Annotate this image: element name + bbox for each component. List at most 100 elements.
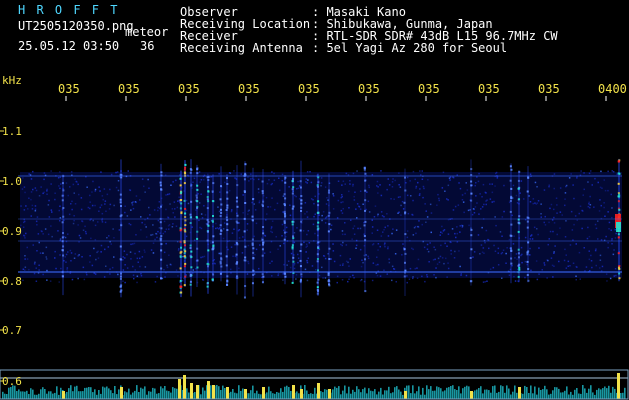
noise-speck (463, 211, 465, 214)
noise-speck (474, 206, 477, 208)
echo-pixel (316, 286, 319, 289)
noise-speck (23, 209, 26, 211)
noise-bar (248, 393, 250, 399)
echo-pixel (251, 215, 254, 218)
noise-speck (414, 225, 417, 228)
echo-pixel (119, 245, 122, 248)
echo-pixel (235, 253, 238, 256)
noise-speck (28, 268, 30, 271)
noise-speck (604, 215, 606, 217)
noise-speck (47, 204, 50, 206)
noise-speck (109, 188, 111, 191)
noise-speck (477, 234, 480, 236)
noise-speck (548, 184, 550, 186)
noise-speck (306, 243, 308, 245)
noise-speck (332, 250, 335, 252)
noise-speck (344, 183, 346, 185)
noise-speck (176, 206, 179, 209)
noise-speck (406, 176, 409, 179)
echo-pixel (189, 247, 192, 249)
noise-speck (460, 272, 462, 275)
noise-speck (608, 221, 611, 224)
echo-pixel (235, 220, 238, 223)
echo-pixel (261, 192, 264, 195)
noise-speck (495, 224, 497, 227)
noise-speck (497, 264, 500, 266)
noise-speck (341, 279, 344, 281)
noise-speck (297, 253, 299, 256)
noise-bar (376, 394, 378, 399)
y-tick-label: 0.6 (2, 375, 22, 388)
noise-speck (113, 204, 115, 207)
echo-pixel (180, 246, 183, 249)
noise-bar (538, 387, 540, 399)
noise-speck (271, 171, 273, 173)
noise-speck (406, 281, 408, 284)
noise-bar (460, 393, 462, 399)
noise-speck (467, 209, 470, 212)
noise-speck (377, 249, 379, 251)
noise-speck (379, 245, 381, 248)
echo-pixel (160, 258, 163, 261)
noise-speck (200, 213, 203, 215)
noise-speck (282, 211, 284, 213)
echo-pixel (283, 272, 286, 275)
noise-speck (322, 277, 324, 279)
noise-speck (475, 182, 477, 184)
noise-speck (553, 208, 555, 211)
noise-speck (481, 251, 484, 253)
noise-bar (358, 389, 360, 399)
noise-speck (582, 210, 584, 212)
noise-speck (340, 243, 342, 246)
noise-speck (72, 183, 75, 186)
noise-speck (321, 214, 323, 217)
echo-pixel (226, 229, 229, 231)
noise-speck (391, 279, 393, 282)
noise-speck (565, 184, 568, 187)
noise-speck (524, 236, 527, 239)
noise-speck (564, 248, 566, 251)
noise-bar (490, 392, 492, 399)
echo-pixel (292, 235, 295, 238)
noise-speck (424, 280, 426, 283)
noise-speck (89, 194, 91, 197)
noise-speck (345, 244, 348, 246)
noise-speck (377, 243, 380, 245)
noise-speck (198, 171, 201, 173)
noise-speck (599, 254, 602, 257)
noise-speck (59, 238, 62, 240)
noise-speck (305, 178, 308, 180)
noise-bar (94, 389, 96, 399)
noise-speck (304, 268, 307, 271)
noise-speck (578, 212, 580, 215)
noise-speck (175, 179, 177, 182)
noise-speck (384, 245, 386, 248)
echo-pixel (291, 281, 294, 284)
noise-speck (571, 229, 574, 231)
noise-speck (32, 188, 34, 191)
noise-bar (242, 388, 244, 399)
noise-bar (516, 392, 518, 399)
noise-bar (82, 391, 84, 399)
noise-speck (382, 231, 384, 233)
echo-pixel (617, 182, 620, 185)
echo-pixel (184, 212, 187, 215)
noise-bar (550, 393, 552, 399)
noise-bar (428, 389, 430, 399)
noise-speck (277, 273, 280, 275)
noise-bar (416, 391, 418, 399)
echo-pixel (251, 244, 254, 247)
noise-speck (281, 223, 284, 226)
noise-speck (410, 195, 412, 197)
noise-speck (74, 203, 77, 205)
echo-pixel (206, 285, 209, 288)
peak-bar (120, 387, 123, 399)
echo-pixel (219, 215, 222, 217)
echo-pixel (226, 204, 229, 207)
noise-speck (167, 193, 169, 196)
noise-bar (154, 388, 156, 399)
noise-speck (437, 257, 440, 260)
noise-speck (234, 243, 236, 246)
noise-bar (350, 393, 352, 399)
noise-speck (314, 195, 316, 198)
